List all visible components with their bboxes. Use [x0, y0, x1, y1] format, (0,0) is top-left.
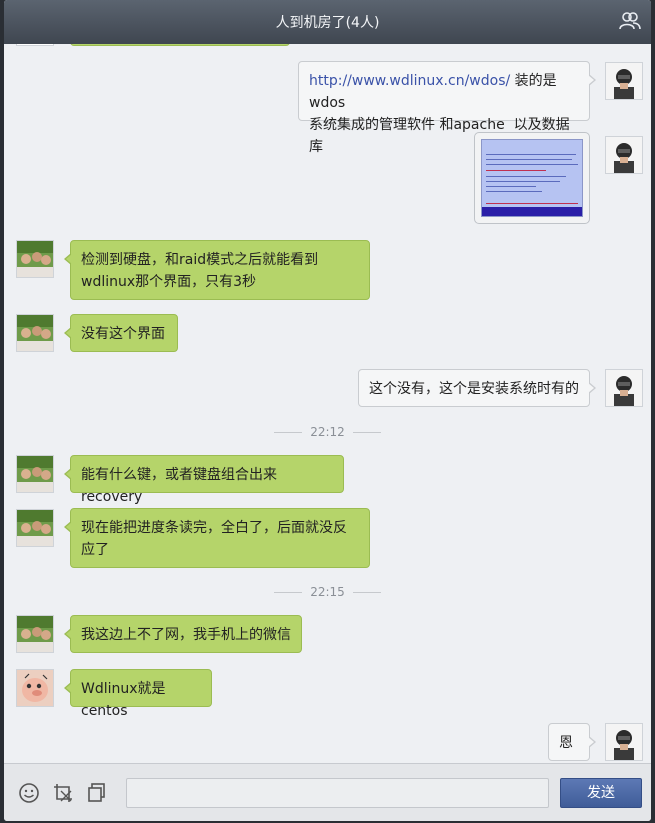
- title-bar: 人到机房了(4人): [4, 0, 651, 44]
- input-toolbar: 发送: [4, 763, 651, 821]
- message-bubble: Wdlinux就是centos: [64, 669, 212, 719]
- divider-line: [352, 592, 381, 593]
- message-text: 我这边上不了网，我手机上的微信: [81, 627, 291, 643]
- avatar-contact[interactable]: [16, 509, 54, 547]
- group-photo-avatar-image: [17, 315, 53, 351]
- avatar-contact[interactable]: [16, 615, 54, 653]
- message-bubble: 我这边上不了网，我手机上的微信: [64, 615, 302, 653]
- message-bubble: 恩: [548, 723, 596, 761]
- message-text: Wdlinux就是centos: [81, 681, 166, 719]
- timestamp-divider: 22:12: [4, 425, 651, 439]
- avatar-self[interactable]: [605, 723, 643, 761]
- smiley-icon[interactable]: [18, 782, 40, 804]
- avatar-self[interactable]: [605, 136, 643, 174]
- thumbnail-line: [486, 191, 542, 192]
- message-input[interactable]: [126, 778, 549, 808]
- group-members-icon[interactable]: [619, 11, 641, 31]
- self-avatar-image: [606, 370, 642, 406]
- divider-line: [274, 592, 303, 593]
- thumbnail-line: [486, 176, 566, 177]
- group-photo-avatar-image: [17, 616, 53, 652]
- message-text: 检测到硬盘，和raid模式之后就能看到 wdlinux那个界面，只有3秒: [81, 252, 319, 290]
- avatar-self[interactable]: [605, 62, 643, 100]
- thumbnail-footer: [482, 207, 582, 216]
- thumbnail-line: [486, 186, 536, 187]
- thumbnail-line: [486, 159, 572, 160]
- thumbnail-line: [486, 154, 576, 155]
- message-bubble: 这个没有，这个是安装系统时有的: [358, 369, 596, 407]
- divider-line: [352, 432, 381, 433]
- screenshot-icon[interactable]: [52, 782, 74, 804]
- message-bubble: 现在能把进度条读完，全白了，后面就没反 应了: [64, 508, 370, 568]
- timestamp-text: 22:12: [310, 425, 345, 439]
- thumbnail-line: [486, 203, 578, 204]
- message-bubble: http://www.wdlinux.cn/wdos/ 装的是 wdos 系统集…: [298, 61, 596, 155]
- send-button[interactable]: 发送: [560, 778, 642, 808]
- cartoon-avatar-image: [17, 670, 53, 706]
- message-link[interactable]: http://www.wdlinux.cn/wdos/: [309, 73, 510, 89]
- message-text: 恩: [559, 735, 573, 751]
- group-photo-avatar-image: [17, 241, 53, 277]
- message-text: 没有这个界面: [81, 326, 165, 342]
- group-photo-avatar-image: [17, 510, 53, 546]
- message-list[interactable]: http://www.wdlinux.cn/wdos/ 装的是 wdos 系统集…: [4, 44, 651, 763]
- message-text: 现在能把进度条读完，全白了，后面就没反 应了: [81, 520, 347, 558]
- message-text: 能有什么键，或者键盘组合出来recovery: [81, 467, 277, 505]
- window-title: 人到机房了(4人): [275, 15, 380, 31]
- chat-window: 人到机房了(4人) http://www.wdlinux.cn/wdos/ 装的…: [4, 0, 651, 821]
- timestamp-text: 22:15: [310, 585, 345, 599]
- group-photo-avatar-image: [17, 456, 53, 492]
- avatar-contact[interactable]: [16, 455, 54, 493]
- self-avatar-image: [606, 724, 642, 760]
- copy-icon[interactable]: [86, 782, 108, 804]
- self-avatar-image: [606, 137, 642, 173]
- self-avatar-image: [606, 63, 642, 99]
- avatar[interactable]: [16, 44, 54, 46]
- screenshot-thumbnail[interactable]: [481, 139, 583, 217]
- message-bubble: 没有这个界面: [64, 314, 178, 352]
- message-bubble: 能有什么键，或者键盘组合出来recovery: [64, 455, 344, 505]
- avatar-contact-cartoon[interactable]: [16, 669, 54, 707]
- thumbnail-line: [486, 170, 546, 171]
- image-message-bubble[interactable]: [474, 132, 590, 224]
- avatar-contact[interactable]: [16, 240, 54, 278]
- divider-line: [274, 432, 303, 433]
- avatar-self[interactable]: [605, 369, 643, 407]
- avatar-contact[interactable]: [16, 314, 54, 352]
- partial-message-bubble: [70, 44, 290, 46]
- message-bubble: 检测到硬盘，和raid模式之后就能看到 wdlinux那个界面，只有3秒: [64, 240, 370, 300]
- message-text: 这个没有，这个是安装系统时有的: [369, 381, 579, 397]
- thumbnail-line: [486, 181, 560, 182]
- timestamp-divider: 22:15: [4, 585, 651, 599]
- thumbnail-line: [486, 164, 578, 165]
